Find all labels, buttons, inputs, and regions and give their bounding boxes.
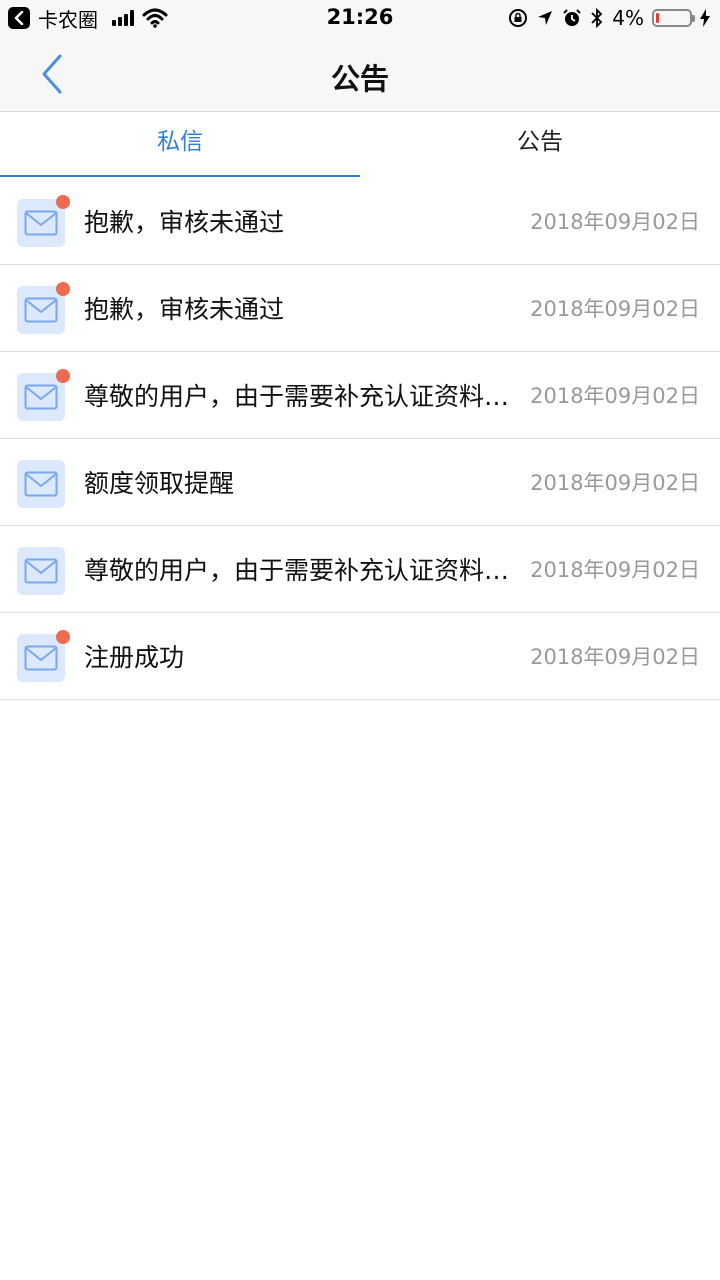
message-title: 抱歉，审核未通过 — [84, 295, 285, 324]
battery-icon — [652, 9, 695, 27]
list-item[interactable]: 抱歉，审核未通过 2018年09月02日 — [0, 265, 720, 352]
unread-dot — [56, 195, 70, 209]
list-item[interactable]: 尊敬的用户，由于需要补充认证资料，您的申请暂未通过 2018年09月02日 — [0, 352, 720, 439]
message-list: 抱歉，审核未通过 2018年09月02日 抱歉，审核未通过 2018年09月02日 尊敬… — [0, 178, 720, 700]
unread-dot — [56, 282, 70, 296]
alarm-icon — [563, 9, 581, 26]
rotation-lock-icon — [509, 9, 528, 27]
tab-indicator — [0, 175, 360, 177]
location-icon — [538, 11, 553, 25]
list-item[interactable]: 注册成功 2018年09月02日 — [0, 613, 720, 700]
tab-private-messages[interactable]: 私信 — [0, 112, 360, 178]
bluetooth-icon — [591, 8, 603, 28]
message-date: 2018年09月02日 — [530, 297, 700, 321]
list-item[interactable]: 额度领取提醒 2018年09月02日 — [0, 439, 720, 526]
message-title: 尊敬的用户，由于需要补充认证资料，您的申请暂未通过 — [84, 556, 512, 585]
list-item[interactable]: 抱歉，审核未通过 2018年09月02日 — [0, 178, 720, 265]
mail-icon — [17, 460, 65, 508]
list-item[interactable]: 尊敬的用户，由于需要补充认证资料，您的申请暂未通过 2018年09月02日 — [0, 526, 720, 613]
message-date: 2018年09月02日 — [530, 471, 700, 495]
message-title: 注册成功 — [84, 643, 185, 672]
battery-level — [656, 13, 659, 23]
message-date: 2018年09月02日 — [530, 558, 700, 582]
tab-bar: 私信 公告 — [0, 112, 720, 178]
status-bar: 卡农圈 21:26 4% — [0, 0, 720, 36]
nav-bar: 公告 — [0, 36, 720, 112]
unread-dot — [56, 369, 70, 383]
message-date: 2018年09月02日 — [530, 645, 700, 669]
tab-announcements[interactable]: 公告 — [360, 112, 720, 178]
message-date: 2018年09月02日 — [530, 210, 700, 234]
message-title: 额度领取提醒 — [84, 469, 235, 498]
page-title: 公告 — [330, 62, 389, 96]
status-right: 4% — [508, 6, 710, 30]
charging-icon — [700, 9, 710, 27]
message-title: 尊敬的用户，由于需要补充认证资料，您的申请暂未通过 — [84, 382, 512, 411]
message-title: 抱歉，审核未通过 — [84, 208, 285, 237]
battery-percent: 4% — [612, 6, 644, 30]
unread-dot — [56, 630, 70, 644]
mail-icon — [17, 547, 65, 595]
message-date: 2018年09月02日 — [530, 384, 700, 408]
